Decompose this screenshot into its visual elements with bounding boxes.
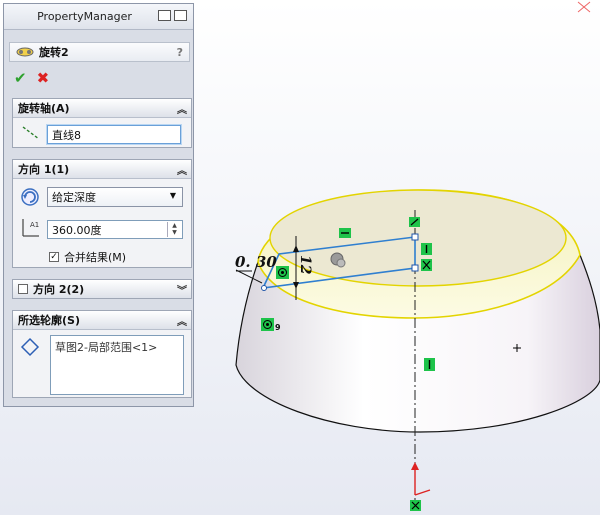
ok-cancel-row: ✔ ✖ xyxy=(14,69,49,87)
direction2-checkbox[interactable] xyxy=(18,284,28,294)
spin-down-icon[interactable]: ▼ xyxy=(168,229,181,236)
angle-value: 360.00度 xyxy=(52,223,102,237)
collapse-up-icon[interactable]: ︽ xyxy=(177,313,187,328)
help-icon[interactable]: ? xyxy=(177,46,183,59)
dim-chamfer-label[interactable]: 0. 30 xyxy=(235,253,277,271)
contour-icon xyxy=(20,337,40,357)
direction2-header[interactable]: 方向 2(2) ︾ xyxy=(13,280,191,298)
end-condition-select[interactable]: 给定深度 ▼ xyxy=(47,187,183,207)
detach-icon[interactable] xyxy=(174,10,187,21)
direction1-title: 方向 1(1) xyxy=(18,163,70,176)
axis-group-header[interactable]: 旋转轴(A) ︽ xyxy=(13,99,191,118)
axis-line-icon xyxy=(22,126,40,140)
origin-icon xyxy=(410,462,431,511)
selected-contours-list[interactable]: 草图2-局部范围<1> xyxy=(50,335,184,395)
feature-title-bar: 旋转2 ? xyxy=(9,42,190,62)
property-manager-header: PropertyManager xyxy=(4,4,193,30)
contours-header[interactable]: 所选轮廓(S) ︽ xyxy=(13,311,191,330)
direction1-header[interactable]: 方向 1(1) ︽ xyxy=(13,160,191,179)
feature-name: 旋转2 xyxy=(39,46,69,59)
concentric-relation-icon[interactable] xyxy=(276,266,289,279)
end-condition-value: 给定深度 xyxy=(52,191,96,204)
svg-text:A1: A1 xyxy=(30,221,39,229)
graphics-viewport[interactable]: 0. 30 12 9 xyxy=(196,0,600,515)
axis-group-title: 旋转轴(A) xyxy=(18,102,70,115)
merge-result-row[interactable]: ✓ 合并结果(M) xyxy=(49,249,126,265)
coincident-relation-icon[interactable] xyxy=(421,259,432,271)
pin-icon[interactable] xyxy=(158,10,171,21)
collapse-up-icon[interactable]: ︽ xyxy=(177,101,187,116)
relation-number-label: 9 xyxy=(275,323,281,332)
spinner[interactable]: ▲ ▼ xyxy=(167,222,181,237)
chevron-down-icon: ▼ xyxy=(169,191,176,200)
view-corner-icon xyxy=(577,1,591,13)
panel-title: PropertyManager xyxy=(37,10,132,23)
rotation-axis-field[interactable]: 直线8 xyxy=(47,125,181,144)
spin-up-icon[interactable]: ▲ xyxy=(168,222,181,229)
direction1-group: 方向 1(1) ︽ 给定深度 ▼ A1 360.00度 ▲ ▼ ✓ 合并结果(M) xyxy=(12,159,192,268)
merge-result-label: 合并结果(M) xyxy=(64,251,127,264)
angle-input[interactable]: 360.00度 ▲ ▼ xyxy=(47,220,183,239)
direction2-group: 方向 2(2) ︾ xyxy=(12,279,192,299)
revolve-feature-icon xyxy=(16,47,34,57)
cancel-button[interactable]: ✖ xyxy=(37,69,50,87)
reverse-direction-icon[interactable] xyxy=(20,187,40,207)
ok-button[interactable]: ✔ xyxy=(14,69,27,87)
sketch-point[interactable] xyxy=(411,233,419,241)
contours-title: 所选轮廓(S) xyxy=(18,314,80,327)
axis-group: 旋转轴(A) ︽ 直线8 xyxy=(12,98,192,148)
contours-group: 所选轮廓(S) ︽ 草图2-局部范围<1> xyxy=(12,310,192,398)
horizontal-relation-icon[interactable] xyxy=(339,228,351,238)
vertical-relation-icon[interactable] xyxy=(421,243,432,255)
expand-down-icon[interactable]: ︾ xyxy=(177,282,187,297)
vertical-relation-icon[interactable] xyxy=(424,358,435,371)
merge-result-checkbox[interactable]: ✓ xyxy=(49,252,59,262)
angle-icon: A1 xyxy=(22,219,39,237)
concentric-relation-icon[interactable] xyxy=(261,318,274,331)
property-manager-panel: PropertyManager 旋转2 ? ✔ ✖ 旋转轴(A) ︽ 直线8 方… xyxy=(3,3,194,407)
sketch-point[interactable] xyxy=(411,264,419,272)
collapse-up-icon[interactable]: ︽ xyxy=(177,162,187,177)
sketch-point[interactable] xyxy=(261,285,267,291)
dim-height-label[interactable]: 12 xyxy=(297,255,313,275)
fix-relation-icon[interactable] xyxy=(409,217,420,227)
direction2-title: 方向 2(2) xyxy=(33,283,85,296)
contour-item[interactable]: 草图2-局部范围<1> xyxy=(55,339,157,355)
panel-controls xyxy=(158,10,187,21)
